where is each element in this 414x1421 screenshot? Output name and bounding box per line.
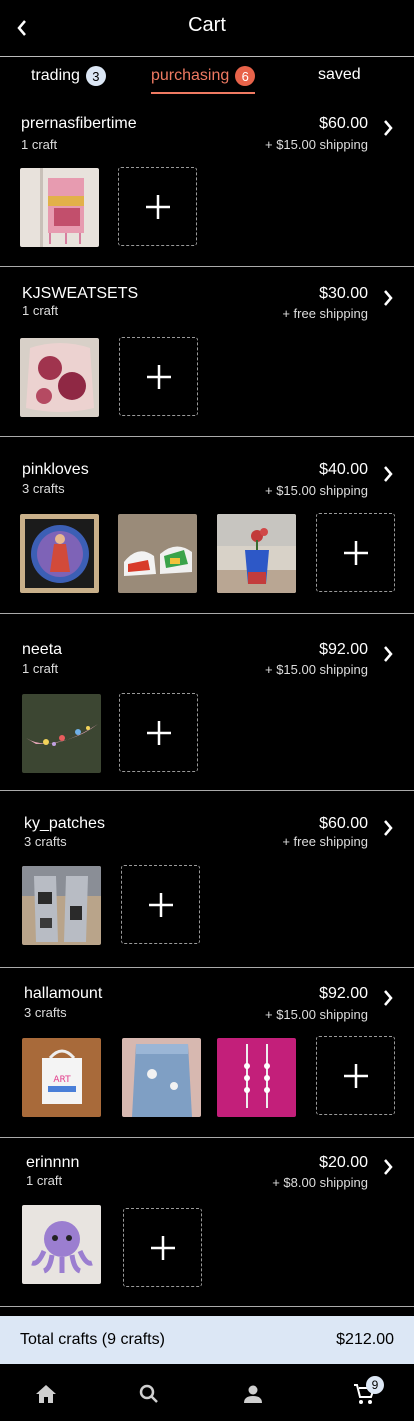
shop-section: erinnnn 1 craft $20.00 + $8.00 shipping [0,1138,414,1307]
tab-badge: 6 [235,66,256,86]
craft-count: 1 craft [21,137,58,152]
chevron-right-icon [384,990,393,1006]
bottom-nav [0,1364,414,1421]
chevron-right-icon [384,820,393,836]
shop-shipping: + $15.00 shipping [264,483,368,498]
craft-thumbnail[interactable] [22,694,101,773]
craft-thumbnail[interactable] [217,514,296,593]
shop-name[interactable]: erinnnn [26,1154,79,1172]
craft-thumbnail[interactable] [20,514,99,593]
craft-count: 1 craft [22,303,59,318]
shop-shipping: + $15.00 shipping [264,662,368,677]
shop-details-button[interactable] [382,465,398,485]
shop-shipping: + $15.00 shipping [264,137,368,152]
tab-purchasing[interactable]: purchasing 6 [151,66,256,94]
nav-home[interactable] [34,1382,58,1406]
shop-price: $30.00 [319,285,368,302]
craft-count: 3 crafts [22,481,65,496]
app-header: Cart [0,0,414,57]
person-icon [244,1385,262,1403]
add-craft-button[interactable] [119,693,198,772]
shop-price: $92.00 [319,641,368,658]
shop-details-button[interactable] [382,289,398,309]
tab-label: purchasing [151,67,230,84]
total-value: $212.00 [336,1331,394,1348]
craft-thumbnail[interactable] [20,168,99,247]
tab-label: trading [31,67,80,84]
craft-count: 1 craft [26,1173,63,1188]
shop-price: $60.00 [319,115,368,132]
chevron-right-icon [384,466,393,482]
search-icon [139,1384,158,1403]
shop-name[interactable]: neeta [22,641,62,659]
craft-thumbnail[interactable] [22,1205,101,1284]
shop-price: $60.00 [319,815,368,832]
tab-label: saved [318,66,361,83]
plus-icon [146,364,171,389]
add-craft-button[interactable] [121,865,200,944]
plus-icon [148,892,173,917]
shop-shipping: + free shipping [282,834,368,849]
home-icon [36,1385,56,1403]
shop-section: KJSWEATSETS 1 craft $30.00 + free shippi… [0,267,414,437]
shop-name[interactable]: prernasfibertime [21,115,137,133]
add-craft-button[interactable] [119,337,198,416]
craft-thumbnail[interactable] [118,514,197,593]
tab-bar: trading 3 purchasing 6 saved [0,56,414,100]
shop-shipping: + free shipping [282,306,368,321]
add-craft-button[interactable] [123,1208,202,1287]
nav-search[interactable] [137,1382,161,1406]
craft-thumbnail[interactable] [122,1038,201,1117]
shop-section: prernasfibertime 1 craft $60.00 + $15.00… [0,100,414,267]
craft-thumbnail[interactable] [22,866,101,945]
chevron-right-icon [384,290,393,306]
cart-count-badge: 9 [366,1376,384,1394]
shop-section: pinkloves 3 crafts $40.00 + $15.00 shipp… [0,437,414,614]
chevron-right-icon [384,120,393,136]
add-craft-button[interactable] [316,513,395,592]
shop-section: neeta 1 craft $92.00 + $15.00 shipping [0,614,414,791]
craft-thumbnail[interactable]: ART [22,1038,101,1117]
craft-count: 1 craft [22,661,59,676]
shop-price: $92.00 [319,985,368,1002]
add-craft-button[interactable] [118,167,197,246]
shop-shipping: + $15.00 shipping [264,1007,368,1022]
craft-thumbnail[interactable] [217,1038,296,1117]
shop-name[interactable]: ky_patches [24,815,105,833]
tab-trading[interactable]: trading 3 [31,66,106,86]
plus-icon [145,194,170,219]
tab-badge: 3 [85,66,106,86]
shop-details-button[interactable] [382,1158,398,1178]
shop-details-button[interactable] [382,645,398,665]
shop-details-button[interactable] [382,989,398,1009]
plus-icon [343,1063,368,1088]
page-title: Cart [188,14,226,36]
plus-icon [146,720,171,745]
shop-name[interactable]: pinkloves [22,461,89,479]
shop-details-button[interactable] [382,119,398,139]
shop-price: $40.00 [319,461,368,478]
chevron-right-icon [384,1159,393,1175]
cart-total-bar: Total crafts (9 crafts) $212.00 [0,1316,414,1364]
plus-icon [343,540,368,565]
tab-saved[interactable]: saved [318,66,361,84]
nav-profile[interactable] [241,1382,265,1406]
craft-count: 3 crafts [24,834,67,849]
total-label: Total crafts (9 crafts) [20,1331,165,1348]
svg-text:ART: ART [53,1075,71,1085]
shop-price: $20.00 [319,1154,368,1171]
shop-section: ky_patches 3 crafts $60.00 + free shippi… [0,791,414,968]
shop-details-button[interactable] [382,819,398,839]
shop-shipping: + $8.00 shipping [272,1175,368,1190]
craft-thumbnail[interactable] [20,338,99,417]
shop-name[interactable]: hallamount [24,985,102,1003]
plus-icon [150,1235,175,1260]
shop-section: hallamount 3 crafts $92.00 + $15.00 ship… [0,968,414,1138]
craft-count: 3 crafts [24,1005,67,1020]
shop-name[interactable]: KJSWEATSETS [22,285,138,303]
chevron-right-icon [384,646,393,662]
add-craft-button[interactable] [316,1036,395,1115]
